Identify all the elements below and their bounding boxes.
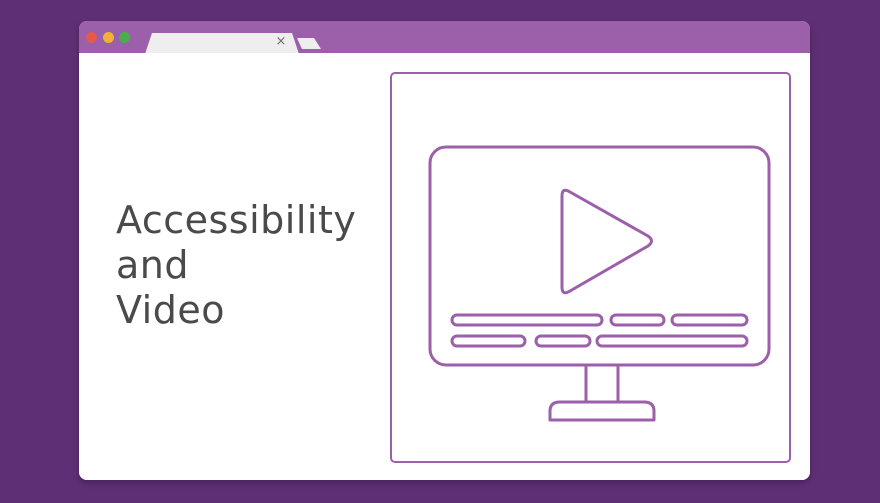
- page-content: Accessibility and Video: [79, 53, 810, 480]
- monitor-screen: [428, 145, 771, 367]
- caption-line: [609, 313, 666, 327]
- close-window-button[interactable]: [86, 32, 97, 43]
- monitor-neck: [584, 363, 620, 404]
- monitor-base: [548, 400, 656, 422]
- maximize-window-button[interactable]: [119, 32, 130, 43]
- title-line-3: Video: [116, 288, 225, 332]
- close-icon[interactable]: ×: [274, 34, 288, 50]
- caption-line: [670, 313, 749, 327]
- title-line-1: Accessibility: [116, 198, 357, 242]
- play-icon: [560, 188, 653, 295]
- monitor-play-icon: [428, 145, 771, 422]
- caption-line: [595, 334, 749, 348]
- caption-line: [450, 334, 527, 348]
- browser-titlebar: ×: [79, 21, 810, 54]
- page-title: Accessibility and Video: [116, 198, 356, 333]
- new-tab-icon[interactable]: [297, 38, 321, 49]
- browser-window: × Accessibility and Video: [79, 21, 810, 480]
- caption-line: [450, 313, 604, 327]
- caption-line: [534, 334, 592, 348]
- minimize-window-button[interactable]: [103, 32, 114, 43]
- title-line-2: and: [116, 243, 189, 287]
- illustration-panel: [390, 72, 791, 463]
- caption-lines: [450, 313, 749, 348]
